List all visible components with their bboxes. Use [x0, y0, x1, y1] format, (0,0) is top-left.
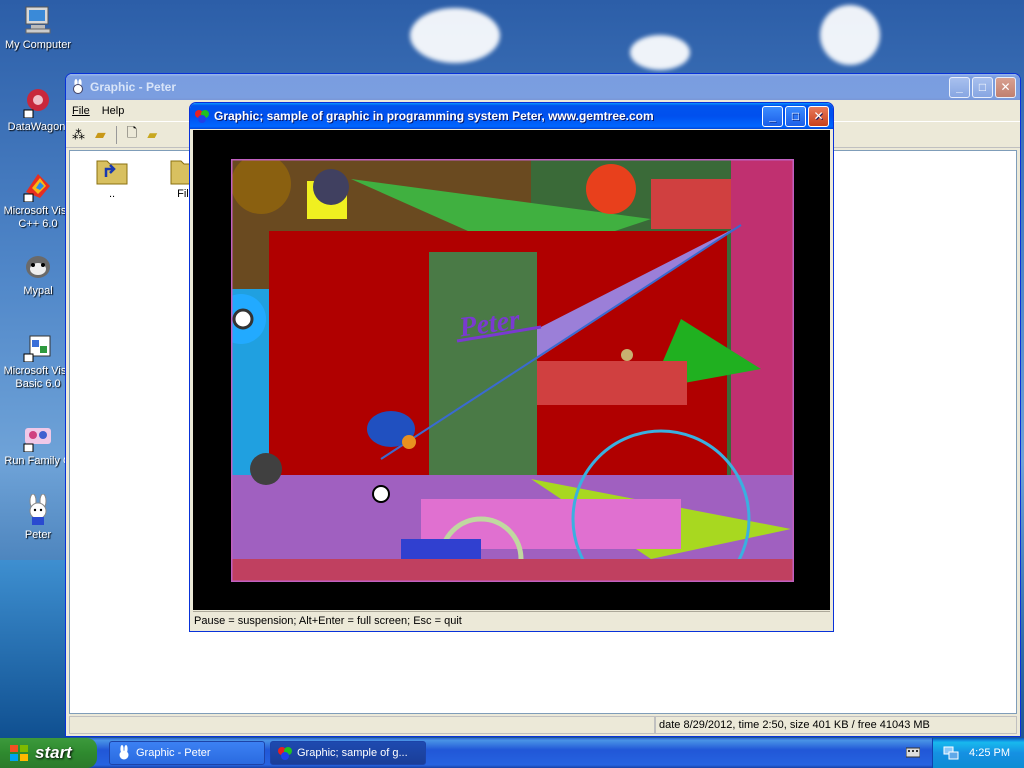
close-button[interactable]: ✕ — [995, 76, 1016, 98]
cloud — [630, 35, 690, 70]
sea-background — [0, 560, 70, 740]
graphic-app-icon — [278, 747, 292, 760]
explorer-status-text: date 8/29/2012, time 2:50, size 401 KB /… — [655, 716, 1017, 734]
graphic-app-icon — [195, 110, 209, 123]
menu-help[interactable]: Help — [102, 105, 125, 117]
folder-icon[interactable]: ▰ — [147, 127, 157, 143]
family-icon — [22, 420, 54, 453]
taskbar: start Graphic - Peter Graphic; sample of… — [0, 738, 1024, 768]
taskbar-item-graphic-peter[interactable]: Graphic - Peter — [109, 741, 265, 765]
tree-icon[interactable]: ⁂ — [72, 127, 85, 143]
cloud — [410, 8, 500, 63]
system-tray: 4:25 PM — [932, 738, 1024, 768]
graphic-title: Graphic; sample of graphic in programmin… — [214, 109, 654, 123]
keyboard-icon[interactable] — [905, 746, 921, 758]
open-folder-icon[interactable]: ▰ — [95, 126, 106, 143]
taskbar-item-label: Graphic - Peter — [136, 747, 211, 759]
taskbar-item-graphic-sample[interactable]: Graphic; sample of g... — [270, 741, 426, 765]
explorer-titlebar[interactable]: Graphic - Peter _ □ ✕ — [66, 74, 1020, 100]
start-label: start — [35, 743, 72, 762]
maximize-button[interactable]: □ — [785, 105, 806, 127]
explorer-statusbar: date 8/29/2012, time 2:50, size 401 KB /… — [69, 716, 1017, 734]
vb-icon — [22, 330, 54, 363]
close-button[interactable]: ✕ — [808, 105, 829, 127]
peter-rabbit-icon — [22, 493, 54, 526]
graphic-titlebar[interactable]: Graphic; sample of graphic in programmin… — [190, 103, 833, 129]
new-file-icon[interactable]: 🗋 — [127, 124, 137, 146]
network-icon[interactable] — [943, 745, 959, 761]
peter-rabbit-icon — [119, 745, 129, 760]
maximize-button[interactable]: □ — [972, 76, 993, 98]
mypal-icon — [22, 250, 54, 282]
explorer-title: Graphic - Peter — [90, 80, 177, 94]
menu-file[interactable]: File — [72, 105, 90, 117]
datawagon-icon — [22, 86, 54, 119]
folder-item-up[interactable]: .. — [92, 155, 132, 200]
peter-rabbit-icon — [73, 79, 83, 94]
desktop-icon-my-computer[interactable]: My Computer — [0, 4, 76, 52]
cloud — [820, 5, 880, 65]
graphic-window: Graphic; sample of graphic in programmin… — [189, 102, 834, 632]
minimize-button[interactable]: _ — [762, 105, 783, 127]
start-button[interactable]: start — [0, 738, 97, 768]
graphic-statusbar: Pause = suspension; Alt+Enter = full scr… — [193, 611, 830, 629]
computer-icon — [22, 4, 54, 36]
folder-label: .. — [108, 188, 116, 200]
minimize-button[interactable]: _ — [949, 76, 970, 98]
clock[interactable]: 4:25 PM — [969, 747, 1010, 759]
graphic-output-area: Peter — [193, 130, 830, 610]
taskbar-item-label: Graphic; sample of g... — [297, 747, 408, 759]
vcpp-icon — [22, 170, 54, 203]
windows-logo-icon — [10, 745, 28, 761]
graphic-canvas[interactable]: Peter — [231, 159, 794, 582]
desktop-icon-label: My Computer — [4, 39, 72, 51]
folder-up-icon — [96, 160, 128, 185]
